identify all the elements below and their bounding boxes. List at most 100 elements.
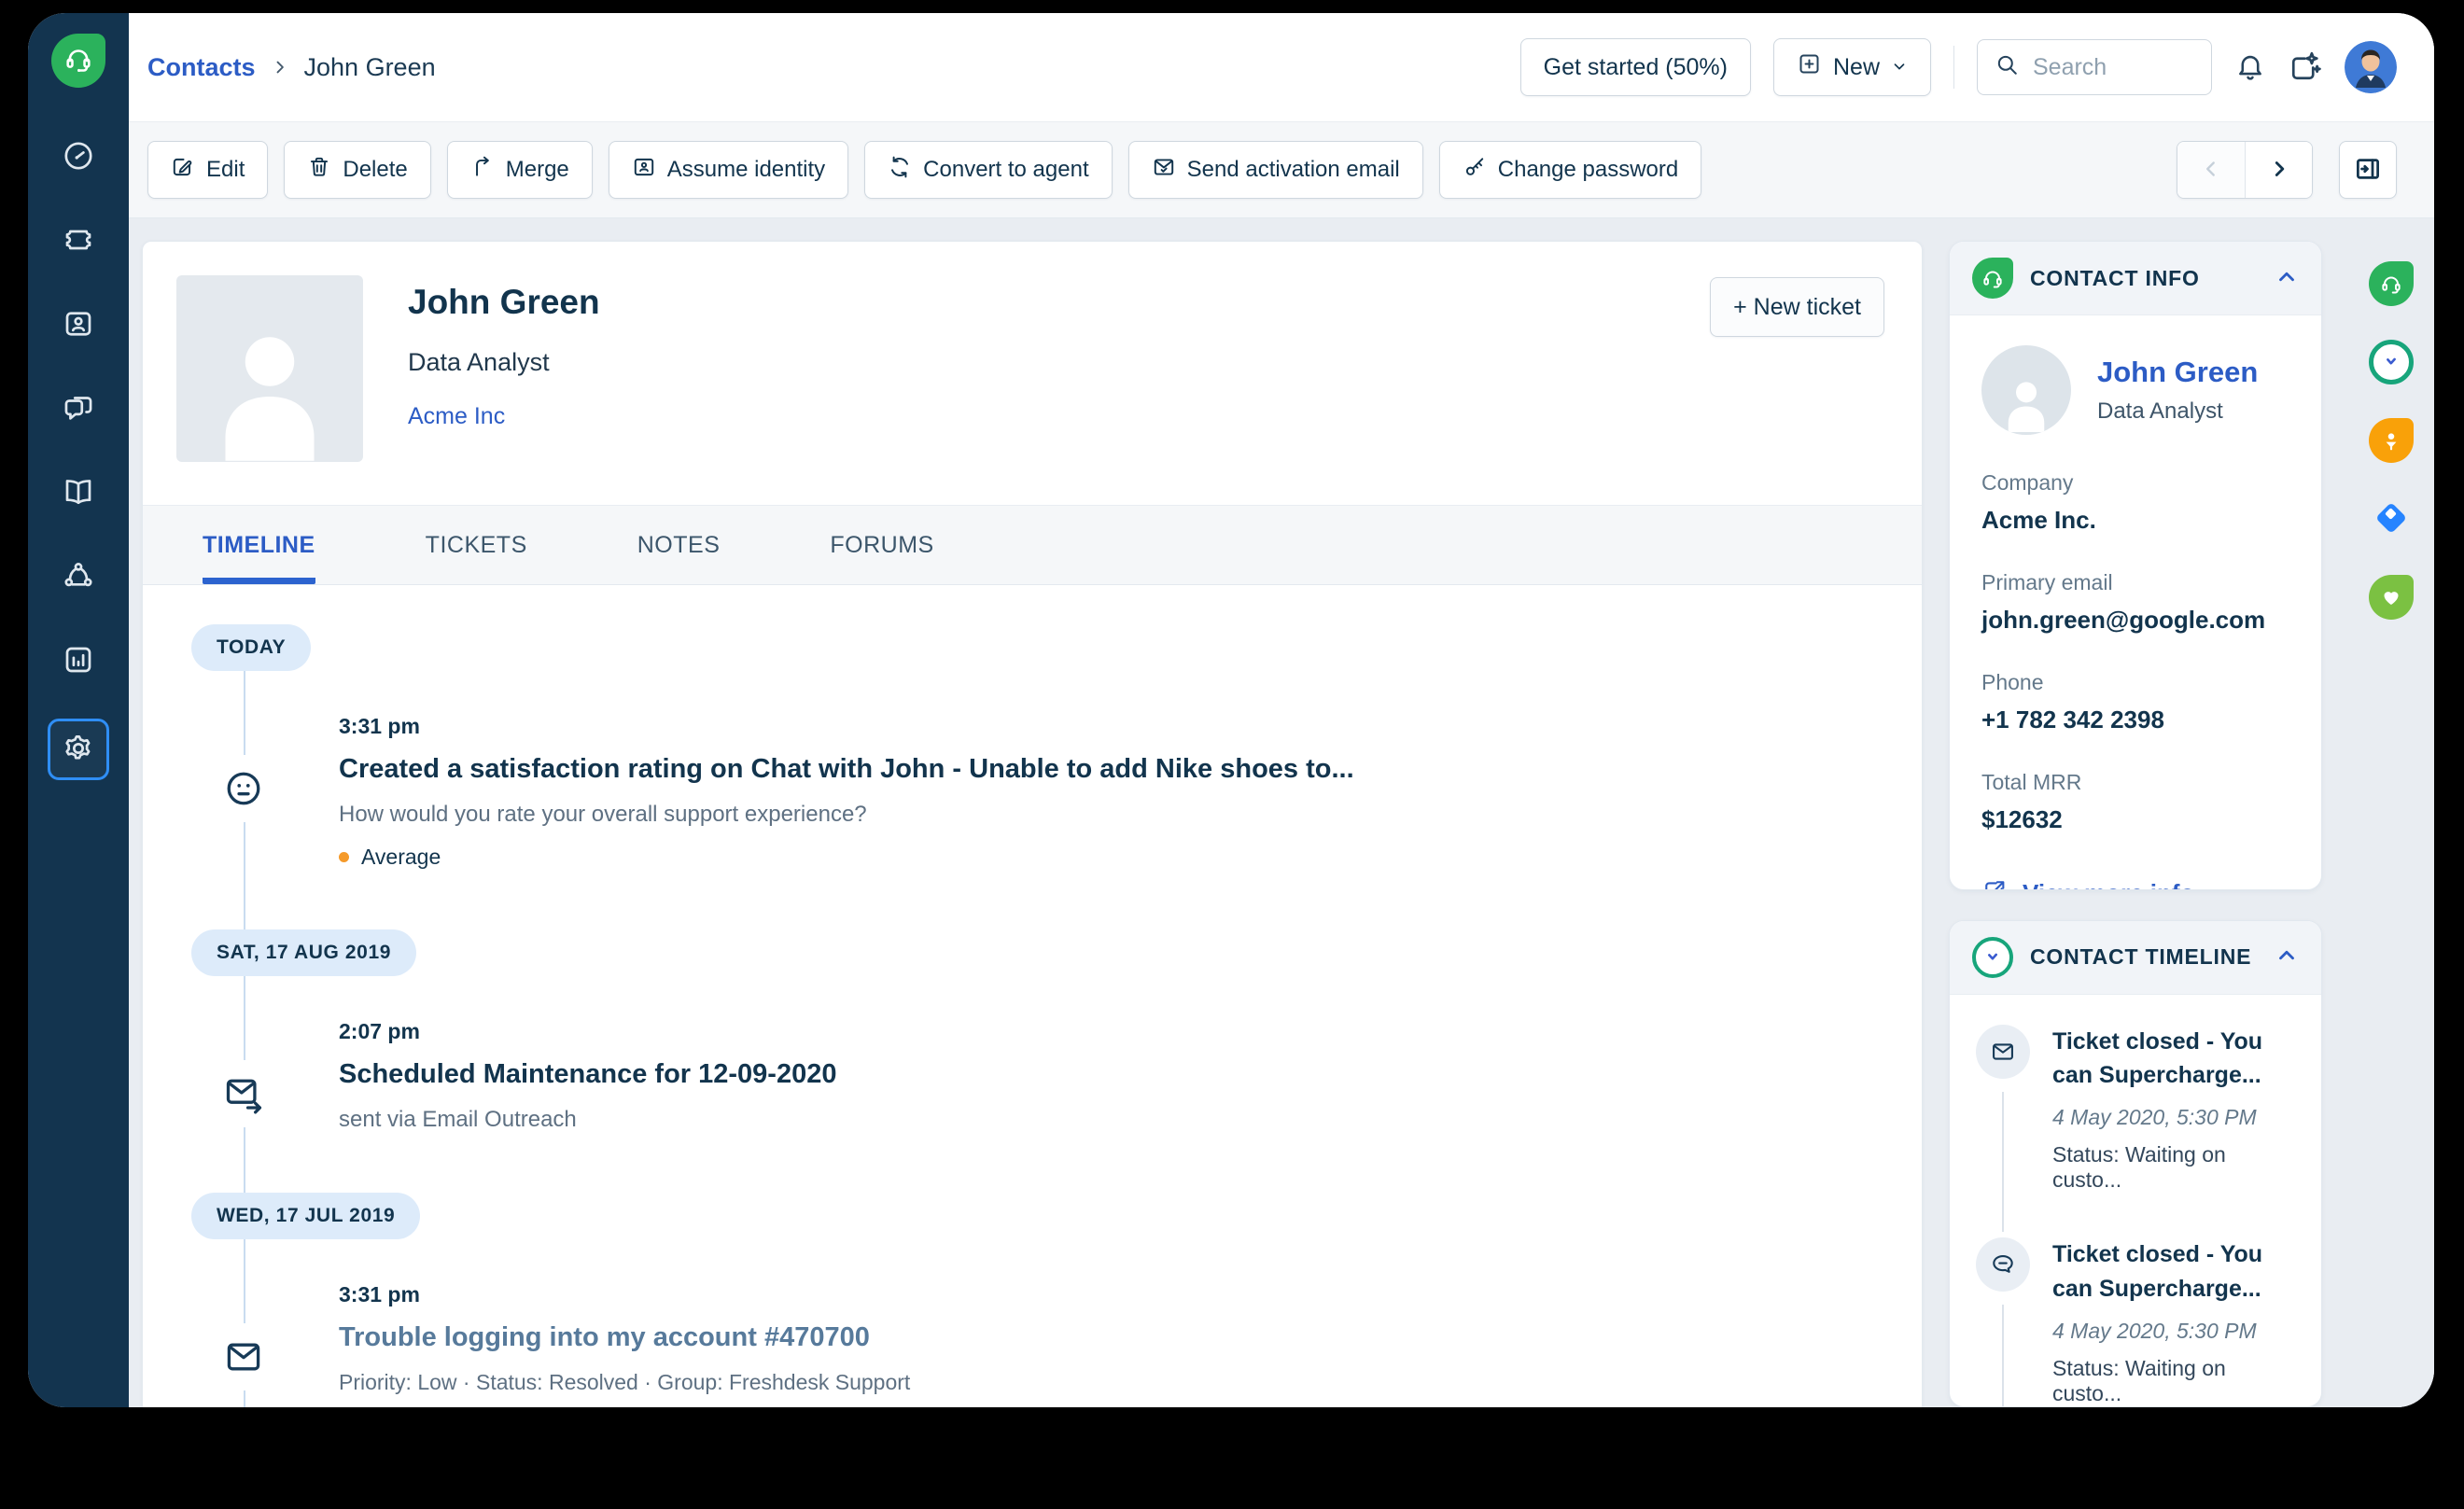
contact-timeline-title: CONTACT TIMELINE	[2030, 944, 2252, 970]
chat-bubble-icon	[1976, 1237, 2030, 1292]
sidebar-item-tickets[interactable]	[48, 215, 109, 267]
app-window: Contacts John Green Get started (50%) Ne…	[28, 13, 2434, 1407]
new-button-label: New	[1832, 53, 1880, 80]
freshteam-strip-icon[interactable]	[2369, 418, 2414, 463]
timeline: TODAY 3:31 pm Created a satisfaction rat…	[143, 585, 1922, 1407]
copilot-sparkles-icon	[2289, 49, 2322, 86]
contact-timeline-card: CONTACT TIMELINE Ticket closed - You can…	[1949, 919, 2322, 1407]
collapse-panel-button[interactable]	[2339, 141, 2397, 199]
convert-icon	[888, 155, 912, 186]
entry-rating: Average	[339, 845, 1866, 870]
jira-icon	[2369, 496, 2414, 543]
merge-button[interactable]: Merge	[446, 141, 593, 199]
sidebar-item-community[interactable]	[48, 551, 109, 603]
merge-button-label: Merge	[505, 157, 569, 182]
sidebar-item-analytics[interactable]	[48, 635, 109, 687]
delete-button-label: Delete	[343, 157, 408, 182]
contact-timeline-item: Ticket closed - You can Supercharge... 4…	[1976, 1024, 2295, 1238]
field-phone: Phone +1 782 342 2398	[1981, 670, 2289, 734]
field-value: Acme Inc.	[1981, 506, 2096, 534]
satisfaction-rating-icon	[210, 755, 277, 822]
envelope-icon	[1976, 1024, 2030, 1079]
freshdesk-icon	[2369, 261, 2414, 306]
ct-item-title[interactable]: Ticket closed - You can Supercharge...	[2052, 1025, 2295, 1093]
ct-item-status: Status: Waiting on custo...	[2052, 1142, 2226, 1193]
previous-contact-button[interactable]	[2177, 142, 2245, 198]
entry-title[interactable]: Scheduled Maintenance for 12-09-2020	[339, 1059, 1866, 1090]
timeline-entry: 3:31 pm Trouble logging into my account …	[210, 1282, 1866, 1407]
collapse-contact-timeline-button[interactable]	[2275, 943, 2299, 971]
contact-timeline-header: CONTACT TIMELINE	[1950, 920, 2321, 995]
entry-description: How would you rate your overall support …	[339, 802, 867, 827]
field-label: Phone	[1981, 670, 2044, 694]
contact-info-name-link[interactable]: John Green	[2097, 356, 2258, 389]
toolbar-right	[2177, 141, 2397, 199]
rating-dot-icon	[339, 852, 349, 862]
assume-identity-button[interactable]: Assume identity	[608, 141, 849, 199]
convert-to-agent-button[interactable]: Convert to agent	[864, 141, 1113, 199]
contacts-icon	[62, 307, 95, 343]
sidebar-item-solutions[interactable]	[48, 467, 109, 519]
change-password-button[interactable]: Change password	[1438, 141, 1702, 199]
contact-header-text: John Green Data Analyst Acme Inc	[408, 275, 600, 462]
field-label: Primary email	[1981, 570, 2113, 594]
edit-button[interactable]: Edit	[147, 141, 269, 199]
field-company: Company Acme Inc.	[1981, 470, 2289, 535]
sidebar-item-dashboard[interactable]	[48, 131, 109, 183]
sidebar-item-chats[interactable]	[48, 383, 109, 435]
new-ticket-button[interactable]: + New ticket	[1710, 277, 1884, 337]
community-icon	[62, 559, 95, 595]
dashboard-icon	[62, 139, 95, 175]
delete-button[interactable]: Delete	[284, 141, 431, 199]
entry-title-ticket-link[interactable]: Trouble logging into my account #470700	[339, 1322, 1866, 1353]
breadcrumb-contacts-link[interactable]: Contacts	[147, 53, 256, 82]
plus-square-icon	[1797, 51, 1822, 83]
tab-forums[interactable]: FORUMS	[830, 506, 933, 584]
rating-label: Average	[361, 845, 441, 869]
freshdesk-strip-icon[interactable]	[2369, 261, 2414, 306]
view-more-info-link[interactable]: View more info	[1981, 877, 2289, 889]
contact-tabs: TIMELINE TICKETS NOTES FORUMS	[143, 505, 1922, 585]
sidebar-item-contacts[interactable]	[48, 299, 109, 351]
contact-info-body: John Green Data Analyst Company Acme Inc…	[1950, 315, 2321, 889]
contact-company-link[interactable]: Acme Inc	[408, 403, 505, 430]
sidebar-item-admin[interactable]	[48, 719, 109, 780]
collapse-contact-info-button[interactable]	[2275, 265, 2299, 292]
copilot-button[interactable]	[2289, 49, 2322, 86]
health-strip-icon[interactable]	[2369, 575, 2414, 620]
contact-timeline-item: Ticket closed - You can Supercharge... 4…	[1976, 1237, 2295, 1406]
ct-item-title[interactable]: Ticket closed - You can Supercharge...	[2052, 1237, 2295, 1306]
chevron-down-icon	[1891, 54, 1908, 81]
tab-notes[interactable]: NOTES	[637, 506, 721, 584]
field-label: Company	[1981, 470, 2074, 495]
sidebar-nav	[48, 131, 109, 780]
content-area: John Green Data Analyst Acme Inc + New t…	[129, 218, 2434, 1407]
send-activation-email-button[interactable]: Send activation email	[1127, 141, 1423, 199]
contact-info-title: CONTACT INFO	[2030, 265, 2200, 290]
tab-tickets[interactable]: TICKETS	[426, 506, 527, 584]
search-input[interactable]	[2033, 53, 2194, 81]
contact-info-card: CONTACT INFO John Green Data Analyst Com…	[1949, 241, 2322, 890]
entry-title[interactable]: Created a satisfaction rating on Chat wi…	[339, 754, 1866, 785]
merge-icon	[470, 155, 495, 186]
freshdesk-logo[interactable]	[51, 34, 105, 88]
new-button[interactable]: New	[1772, 38, 1931, 96]
search-icon	[1995, 52, 2020, 82]
search-box[interactable]	[1977, 39, 2212, 95]
jira-strip-icon[interactable]	[2369, 496, 2414, 541]
get-started-button[interactable]: Get started (50%)	[1519, 38, 1751, 96]
external-link-icon	[1981, 877, 2008, 889]
entry-description: sent via Email Outreach	[339, 1107, 577, 1132]
time-tracking-strip-icon[interactable]	[2369, 340, 2414, 384]
user-avatar[interactable]	[2345, 41, 2397, 93]
topbar-actions: Get started (50%) New	[1519, 38, 2397, 96]
tab-timeline[interactable]: TIMELINE	[203, 506, 315, 584]
entry-time: 2:07 pm	[339, 1019, 420, 1043]
contact-timeline-body: Ticket closed - You can Supercharge... 4…	[1950, 995, 2321, 1406]
chats-icon	[62, 391, 95, 427]
chevron-up-icon	[2275, 943, 2299, 971]
contact-action-toolbar: Edit Delete Merge Assume identity Conver…	[129, 121, 2434, 218]
next-contact-button[interactable]	[2245, 142, 2312, 198]
left-sidebar	[28, 13, 129, 1407]
notifications-button[interactable]	[2234, 50, 2266, 85]
